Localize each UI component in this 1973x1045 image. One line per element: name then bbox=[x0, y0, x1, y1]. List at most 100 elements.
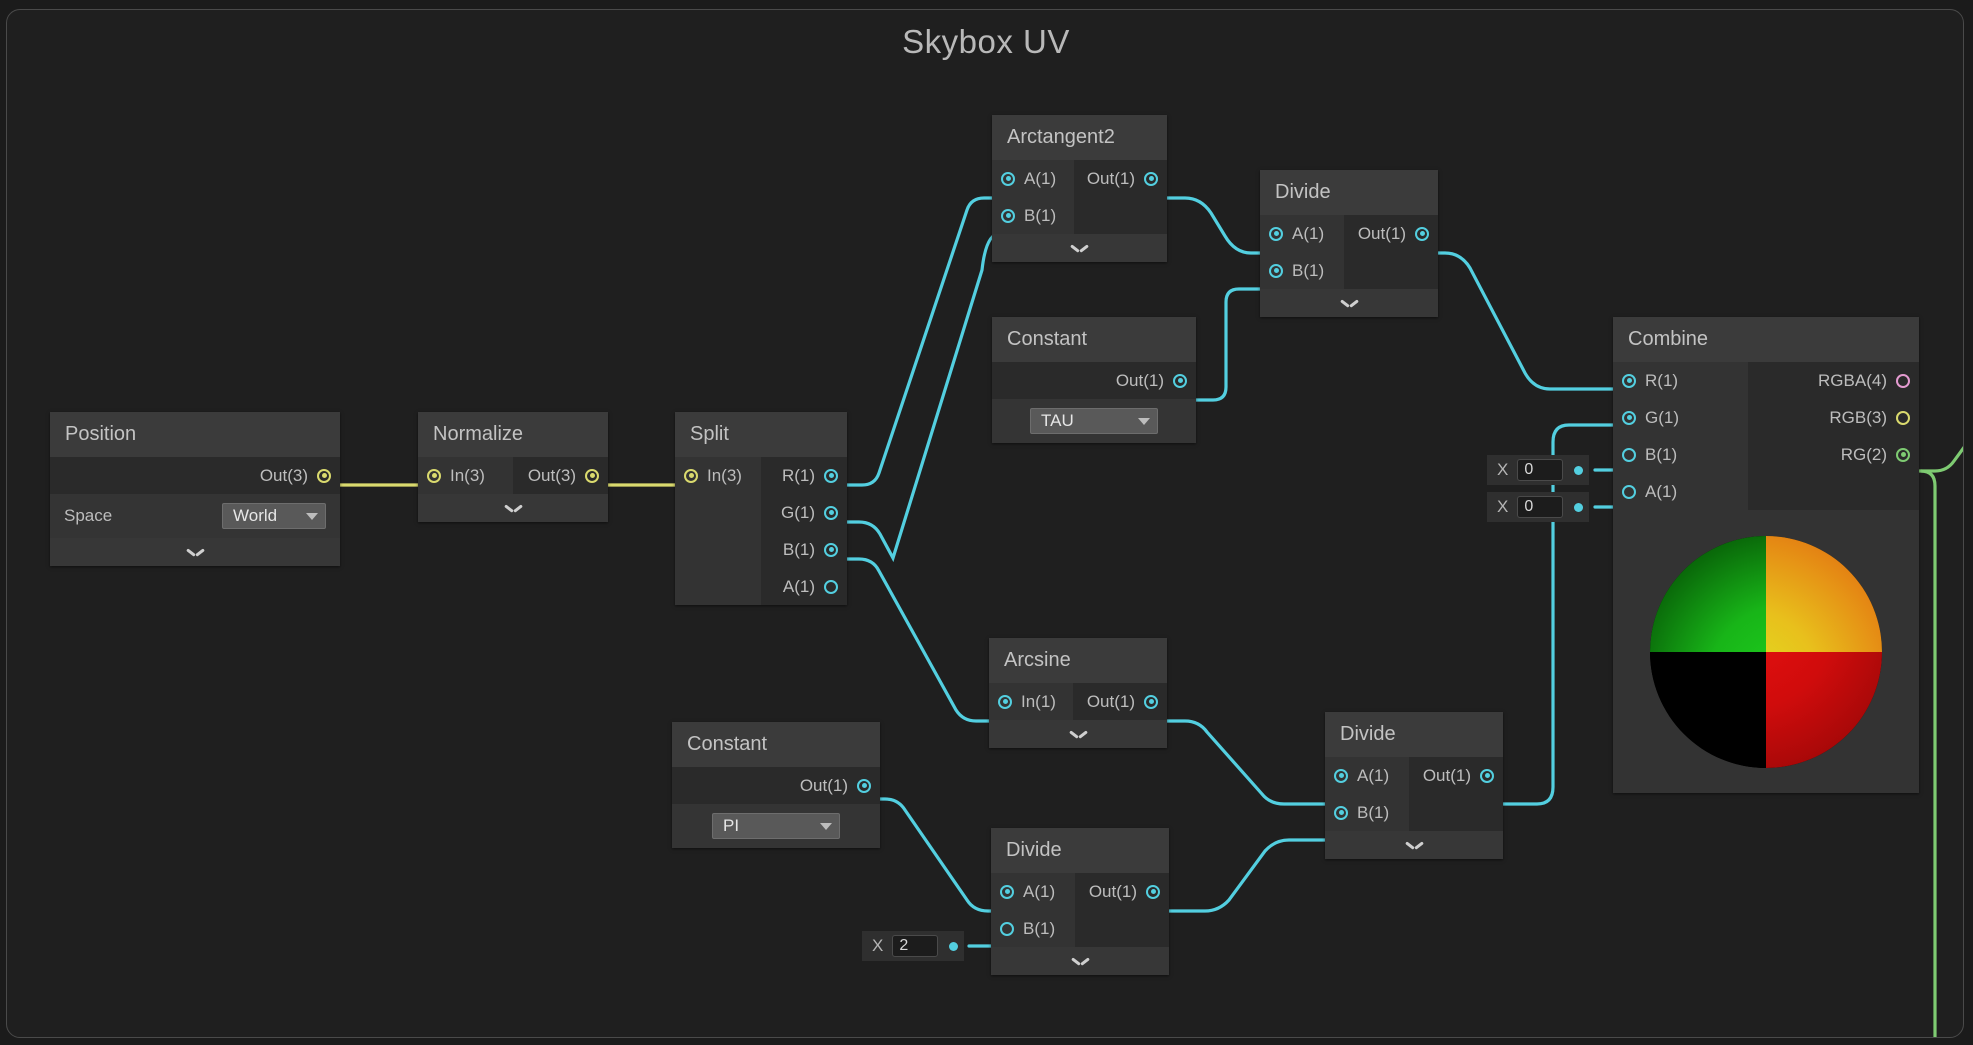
constant-dropdown[interactable]: TAU bbox=[1030, 408, 1158, 434]
collapse-toggle[interactable] bbox=[1325, 831, 1503, 859]
port-row-out[interactable]: G(1) bbox=[761, 494, 847, 531]
node-divide-bottom-left[interactable]: Divide A(1) B(1) Out(1) bbox=[991, 828, 1169, 975]
port-row-out[interactable]: B(1) bbox=[761, 531, 847, 568]
input-port-b[interactable] bbox=[1001, 208, 1015, 223]
constant-value-row[interactable]: PI bbox=[672, 804, 880, 848]
port-row-out[interactable]: R(1) bbox=[761, 457, 847, 494]
value-output-port[interactable] bbox=[949, 941, 959, 951]
port-row-out[interactable]: RG(2) bbox=[1748, 436, 1919, 473]
port-row-in[interactable]: B(1) bbox=[992, 197, 1074, 234]
input-port-a[interactable] bbox=[1622, 484, 1636, 499]
node-arcsine[interactable]: Arcsine In(1) Out(1) bbox=[989, 638, 1167, 748]
collapse-toggle[interactable] bbox=[1260, 289, 1438, 317]
value-input[interactable]: 2 bbox=[892, 935, 939, 957]
input-port-r[interactable] bbox=[1622, 373, 1636, 388]
collapse-toggle[interactable] bbox=[989, 720, 1167, 748]
wire-split-b-to-arcsine bbox=[833, 557, 993, 723]
property-row-space[interactable]: Space World bbox=[50, 494, 340, 538]
output-port-out3[interactable] bbox=[585, 468, 599, 483]
port-row-out[interactable]: Out(1) bbox=[1409, 757, 1503, 794]
port-row-out[interactable]: Out(1) bbox=[1075, 873, 1169, 910]
node-combine[interactable]: Combine R(1) G(1) B(1) A(1) RGBA(4) RGB(… bbox=[1613, 317, 1919, 793]
output-port-rg[interactable] bbox=[1896, 447, 1910, 462]
input-port-b[interactable] bbox=[1000, 921, 1014, 936]
port-row-in[interactable]: A(1) bbox=[1325, 757, 1409, 794]
port-row-in[interactable]: B(1) bbox=[1325, 794, 1409, 831]
node-divide-bottom-right[interactable]: Divide A(1) B(1) Out(1) bbox=[1325, 712, 1503, 859]
input-port-a[interactable] bbox=[1334, 768, 1348, 783]
output-port-rgba[interactable] bbox=[1896, 373, 1910, 388]
value-output-port[interactable] bbox=[1574, 465, 1584, 475]
node-constant-pi[interactable]: Constant Out(1) PI bbox=[672, 722, 880, 848]
value-input[interactable]: 0 bbox=[1517, 459, 1564, 481]
port-row-in[interactable]: B(1) bbox=[1613, 436, 1748, 473]
input-port-a[interactable] bbox=[1001, 171, 1015, 186]
output-port-a[interactable] bbox=[824, 579, 838, 594]
input-port-a[interactable] bbox=[1269, 226, 1283, 241]
output-port-out[interactable] bbox=[1480, 768, 1494, 783]
constant-value-row[interactable]: TAU bbox=[992, 399, 1196, 443]
axis-label: X bbox=[1497, 460, 1509, 479]
node-normalize[interactable]: Normalize In(3) Out(3) bbox=[418, 412, 608, 522]
output-port-b[interactable] bbox=[824, 542, 838, 557]
input-port-b[interactable] bbox=[1269, 263, 1283, 278]
input-port-g[interactable] bbox=[1622, 410, 1636, 425]
port-row-out[interactable]: RGBA(4) bbox=[1748, 362, 1919, 399]
value-output-port[interactable] bbox=[1574, 502, 1584, 512]
output-port-out[interactable] bbox=[857, 778, 871, 793]
port-row-out[interactable]: Out(1) bbox=[1074, 160, 1167, 197]
port-row-in[interactable]: A(1) bbox=[1260, 215, 1344, 252]
output-port-out[interactable] bbox=[1144, 694, 1158, 709]
port-label: A(1) bbox=[1645, 481, 1678, 501]
port-row-in[interactable]: A(1) bbox=[992, 160, 1074, 197]
port-row-in[interactable]: In(3) bbox=[418, 457, 513, 494]
node-split[interactable]: Split In(3) R(1) G(1) B(1) A(1) bbox=[675, 412, 847, 605]
input-port-in3[interactable] bbox=[427, 468, 441, 483]
port-row-in[interactable]: R(1) bbox=[1613, 362, 1748, 399]
port-row-out[interactable]: Out(3) bbox=[513, 457, 608, 494]
node-preview[interactable] bbox=[1613, 510, 1919, 793]
port-row-in[interactable]: In(1) bbox=[989, 683, 1073, 720]
output-port-out[interactable] bbox=[1144, 171, 1158, 186]
space-dropdown[interactable]: World bbox=[222, 503, 326, 529]
collapse-toggle[interactable] bbox=[50, 538, 340, 566]
port-row-in[interactable]: G(1) bbox=[1613, 399, 1748, 436]
node-arctangent2[interactable]: Arctangent2 A(1) B(1) Out(1) bbox=[992, 115, 1167, 262]
node-divide-top[interactable]: Divide A(1) B(1) Out(1) bbox=[1260, 170, 1438, 317]
output-port-out[interactable] bbox=[1173, 373, 1187, 388]
constant-dropdown[interactable]: PI bbox=[712, 813, 840, 839]
port-row-out[interactable]: Out(1) bbox=[1073, 683, 1167, 720]
output-port-g[interactable] bbox=[824, 505, 838, 520]
output-port-rgb[interactable] bbox=[1896, 410, 1910, 425]
output-port-r[interactable] bbox=[824, 468, 838, 483]
input-port-b[interactable] bbox=[1622, 447, 1636, 462]
port-row-out[interactable]: Out(3) bbox=[50, 457, 340, 494]
node-position[interactable]: Position Out(3) Space World bbox=[50, 412, 340, 566]
output-port-out3[interactable] bbox=[317, 468, 331, 483]
port-row-out[interactable]: Out(1) bbox=[992, 362, 1196, 399]
port-row-out[interactable]: RGB(3) bbox=[1748, 399, 1919, 436]
value-widget-combine-a[interactable]: X 0 bbox=[1487, 492, 1590, 522]
graph-canvas[interactable]: Skybox UV Position Out(3) Space World No… bbox=[6, 9, 1964, 1038]
input-port-a[interactable] bbox=[1000, 884, 1014, 899]
input-port-in3[interactable] bbox=[684, 468, 698, 483]
value-widget-combine-b[interactable]: X 0 bbox=[1487, 455, 1590, 485]
port-row-in[interactable]: A(1) bbox=[1613, 473, 1748, 510]
port-row-in[interactable]: A(1) bbox=[991, 873, 1075, 910]
node-constant-tau[interactable]: Constant Out(1) TAU bbox=[992, 317, 1196, 443]
port-row-out[interactable]: A(1) bbox=[761, 568, 847, 605]
port-row-out[interactable]: Out(1) bbox=[672, 767, 880, 804]
collapse-toggle[interactable] bbox=[991, 947, 1169, 975]
port-row-in[interactable]: B(1) bbox=[1260, 252, 1344, 289]
port-row-out[interactable]: Out(1) bbox=[1344, 215, 1438, 252]
output-port-out[interactable] bbox=[1415, 226, 1429, 241]
port-row-in[interactable]: B(1) bbox=[991, 910, 1075, 947]
collapse-toggle[interactable] bbox=[992, 234, 1167, 262]
input-port-b[interactable] bbox=[1334, 805, 1348, 820]
collapse-toggle[interactable] bbox=[418, 494, 608, 522]
value-widget-divide-b[interactable]: X 2 bbox=[862, 931, 965, 961]
input-port-in[interactable] bbox=[998, 694, 1012, 709]
value-input[interactable]: 0 bbox=[1517, 496, 1564, 518]
output-port-out[interactable] bbox=[1146, 884, 1160, 899]
port-row-in[interactable]: In(3) bbox=[675, 457, 761, 494]
